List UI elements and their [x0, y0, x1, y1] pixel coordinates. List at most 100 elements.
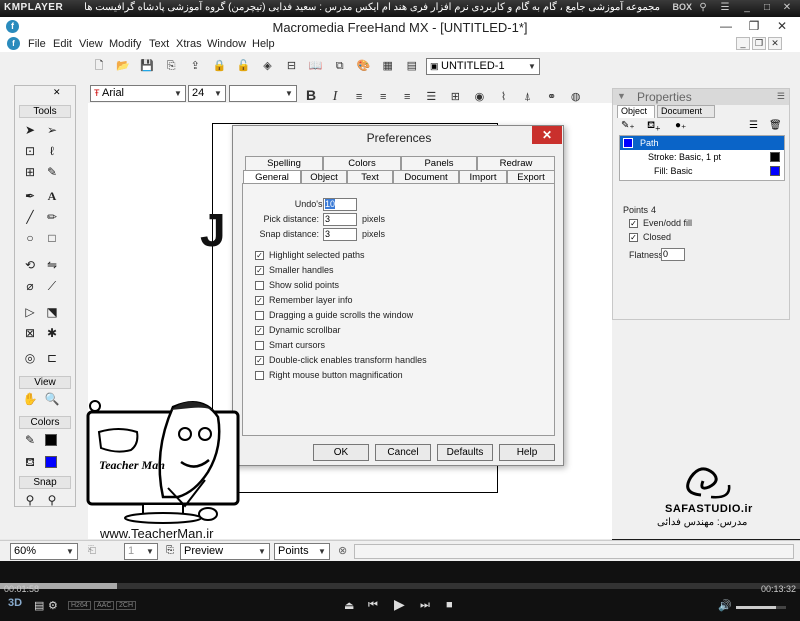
size-combo[interactable]: 24 ▼ [188, 85, 226, 102]
dialog-close-button[interactable]: ✕ [532, 126, 562, 144]
perspective-icon[interactable]: ◎ [21, 349, 39, 367]
trace-icon[interactable]: ⊞ [21, 163, 39, 181]
option-smaller-handles[interactable]: ✓ Smaller handles [255, 265, 535, 277]
font-combo[interactable]: Ŧ Arial ▼ [90, 85, 186, 102]
fill-row[interactable]: Fill: Basic [620, 164, 784, 178]
checkbox[interactable] [255, 371, 264, 380]
zoom-combo[interactable]: 60% ▼ [10, 543, 78, 560]
next-icon[interactable]: ⏭ [420, 599, 430, 612]
pen-icon[interactable]: ✒ [21, 187, 39, 205]
defaults-button[interactable]: Defaults [437, 444, 493, 461]
canvas-text[interactable]: J [200, 203, 226, 257]
next-page-icon[interactable]: ⎘ [166, 545, 174, 556]
checkbox[interactable]: ✓ [255, 266, 264, 275]
tab-redraw[interactable]: Redraw [477, 156, 555, 170]
eyedropper-icon[interactable]: ✎ [43, 163, 61, 181]
tab-object[interactable]: Object [301, 170, 347, 184]
menu-file[interactable]: File [28, 38, 46, 50]
color-mixer-icon[interactable]: 🎨 [356, 58, 372, 74]
option-double-click-transform[interactable]: ✓ Double-click enables transform handles [255, 355, 535, 367]
open-icon[interactable]: 📂 [115, 58, 131, 74]
seek-bar[interactable] [0, 583, 800, 589]
path-row[interactable]: Path [620, 136, 784, 150]
restore-button[interactable]: ❐ [740, 17, 768, 36]
undos-field[interactable]: 10 [323, 198, 357, 211]
export-icon[interactable]: ⇪ [187, 58, 203, 74]
option-right-mouse-magnification[interactable]: Right mouse button magnification [255, 370, 535, 382]
trash-icon[interactable]: 🗑 [769, 120, 782, 131]
document-combo[interactable]: ▣ UNTITLED-1 ▼ [426, 58, 540, 75]
3d-icon[interactable]: 3D [8, 597, 22, 609]
pencil-icon[interactable]: ✏ [43, 208, 61, 226]
maximize-icon[interactable]: □ [760, 1, 774, 15]
option-smart-cursors[interactable]: Smart cursors [255, 340, 535, 352]
menu-help[interactable]: Help [252, 38, 275, 50]
add-stroke-icon[interactable]: ✎₊ [621, 120, 635, 131]
add-effect-icon[interactable]: ●₊ [675, 120, 686, 131]
menu-icon[interactable]: ☰ [718, 1, 732, 15]
unlock-icon[interactable]: 🔓 [235, 58, 251, 74]
units-combo[interactable]: Points ▼ [274, 543, 330, 560]
add-fill-icon[interactable]: ⛾₊ [647, 120, 661, 133]
tab-document[interactable]: Document [657, 105, 715, 118]
ok-button[interactable]: OK [313, 444, 369, 461]
prev-page-icon[interactable]: ⎗ [88, 545, 96, 556]
page-tool-icon[interactable]: ⊡ [21, 142, 39, 160]
volume-icon[interactable]: 🔊 [718, 599, 732, 612]
pointer-icon[interactable]: ➤ [21, 121, 39, 139]
tab-spelling[interactable]: Spelling [245, 156, 323, 170]
import-icon[interactable]: ⎘ [163, 58, 179, 74]
checkbox[interactable]: ✓ [255, 296, 264, 305]
play-icon[interactable]: ▶ [394, 596, 405, 613]
option-show-solid-points[interactable]: Show solid points [255, 280, 535, 292]
duplicate-icon[interactable]: ☰ [749, 120, 758, 131]
box-button[interactable]: BOX [672, 2, 692, 12]
cancel-render-icon[interactable]: ⊗ [338, 544, 347, 557]
stroke-row[interactable]: Stroke: Basic, 1 pt [620, 150, 784, 164]
checkbox[interactable] [255, 281, 264, 290]
pick-distance-field[interactable]: 3 [323, 213, 357, 226]
freeform-icon[interactable]: ⌀ [21, 277, 39, 295]
tints-icon[interactable]: ▤ [404, 58, 420, 74]
close-icon[interactable]: ✕ [780, 1, 794, 15]
menu-modify[interactable]: Modify [109, 38, 141, 50]
option-remember-layer-info[interactable]: ✓ Remember layer info [255, 295, 535, 307]
checkbox[interactable] [255, 311, 264, 320]
tab-text[interactable]: Text [347, 170, 393, 184]
panel-close-icon[interactable]: ✕ [53, 87, 61, 98]
reflect-icon[interactable]: ⇋ [43, 256, 61, 274]
collapse-icon[interactable]: ▼ [617, 91, 626, 101]
lasso-icon[interactable]: ℓ [43, 142, 61, 160]
tab-export[interactable]: Export [507, 170, 555, 184]
snap-to-guide-icon[interactable]: ⚲ [43, 491, 61, 509]
doc-icon[interactable]: f [7, 37, 20, 50]
menu-edit[interactable]: Edit [53, 38, 72, 50]
knife-icon[interactable]: ⟋ [43, 277, 61, 295]
page-combo[interactable]: 1 ▼ [124, 543, 158, 560]
minimize-icon[interactable]: _ [740, 1, 754, 15]
option-dynamic-scrollbar[interactable]: ✓ Dynamic scrollbar [255, 325, 535, 337]
envelope-icon[interactable]: ✱ [43, 324, 61, 342]
subselect-icon[interactable]: ➢ [43, 121, 61, 139]
close-button[interactable]: ✕ [768, 17, 796, 36]
fill-swatch[interactable] [45, 456, 57, 468]
style-combo[interactable]: ▼ [229, 85, 297, 102]
minimize-button[interactable]: — [712, 17, 740, 36]
tab-import[interactable]: Import [459, 170, 507, 184]
checkbox[interactable]: ✓ [255, 326, 264, 335]
line-icon[interactable]: ╱ [21, 208, 39, 226]
mdi-close-icon[interactable]: ✕ [768, 37, 782, 50]
playlist-icon[interactable]: ▤ [34, 599, 44, 612]
layers-icon[interactable]: ⧉ [332, 58, 348, 74]
lock-icon[interactable]: 🔒 [211, 58, 227, 74]
stop-icon[interactable]: ■ [446, 599, 453, 611]
rectangle-icon[interactable]: □ [43, 229, 61, 247]
connector-icon[interactable]: ⊏ [43, 349, 61, 367]
menu-xtras[interactable]: Xtras [176, 38, 202, 50]
cancel-button[interactable]: Cancel [375, 444, 431, 461]
checkbox[interactable] [255, 341, 264, 350]
hand-icon[interactable]: ✋ [21, 390, 39, 408]
tab-panels[interactable]: Panels [401, 156, 477, 170]
mdi-minimize-icon[interactable]: _ [736, 37, 750, 50]
tab-object[interactable]: Object [617, 105, 655, 118]
